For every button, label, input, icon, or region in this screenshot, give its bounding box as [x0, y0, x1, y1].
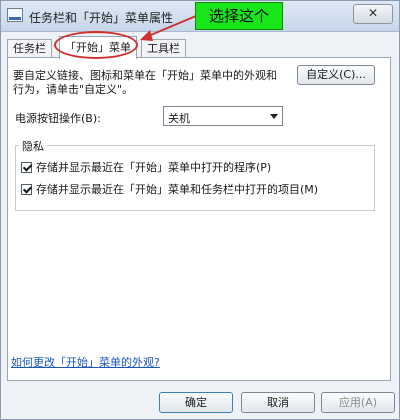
window-app-icon [7, 8, 23, 22]
tab-toolbars[interactable]: 工具栏 [141, 39, 186, 58]
recent-programs-checkbox[interactable] [21, 162, 32, 173]
apply-button[interactable]: 应用(A) [321, 392, 395, 413]
chevron-down-icon [270, 114, 278, 119]
properties-window: 任务栏和「开始」菜单属性 ✕ 任务栏 「开始」菜单 工具栏 要自定义链接、图标和… [0, 0, 400, 420]
recent-programs-label: 存储并显示最近在「开始」菜单中打开的程序(P) [36, 161, 272, 174]
tab-taskbar[interactable]: 任务栏 [7, 39, 52, 58]
customize-description: 要自定义链接、图标和菜单在「开始」菜单中的外观和行为，请单击"自定义"。 [13, 69, 277, 96]
customize-button[interactable]: 自定义(C)... [297, 65, 375, 85]
cancel-button[interactable]: 取消 [241, 392, 315, 413]
window-title: 任务栏和「开始」菜单属性 [29, 11, 174, 25]
privacy-legend: 隐私 [19, 138, 47, 154]
highlight-ellipse [54, 31, 138, 59]
privacy-group [15, 145, 375, 211]
help-link[interactable]: 如何更改「开始」菜单的外观? [11, 354, 160, 370]
power-button-label: 电源按钮操作(B): [15, 112, 101, 125]
power-button-value: 关机 [168, 112, 190, 125]
recent-items-option[interactable]: 存储并显示最近在「开始」菜单和任务栏中打开的项目(M) [21, 181, 318, 197]
recent-items-label: 存储并显示最近在「开始」菜单和任务栏中打开的项目(M) [36, 183, 319, 196]
power-button-select[interactable]: 关机 [163, 106, 283, 126]
recent-items-checkbox[interactable] [21, 184, 32, 195]
ok-button[interactable]: 确定 [159, 392, 233, 413]
annotation-callout: 选择这个 [195, 2, 283, 30]
recent-programs-option[interactable]: 存储并显示最近在「开始」菜单中打开的程序(P) [21, 159, 271, 175]
close-button[interactable]: ✕ [353, 4, 393, 24]
